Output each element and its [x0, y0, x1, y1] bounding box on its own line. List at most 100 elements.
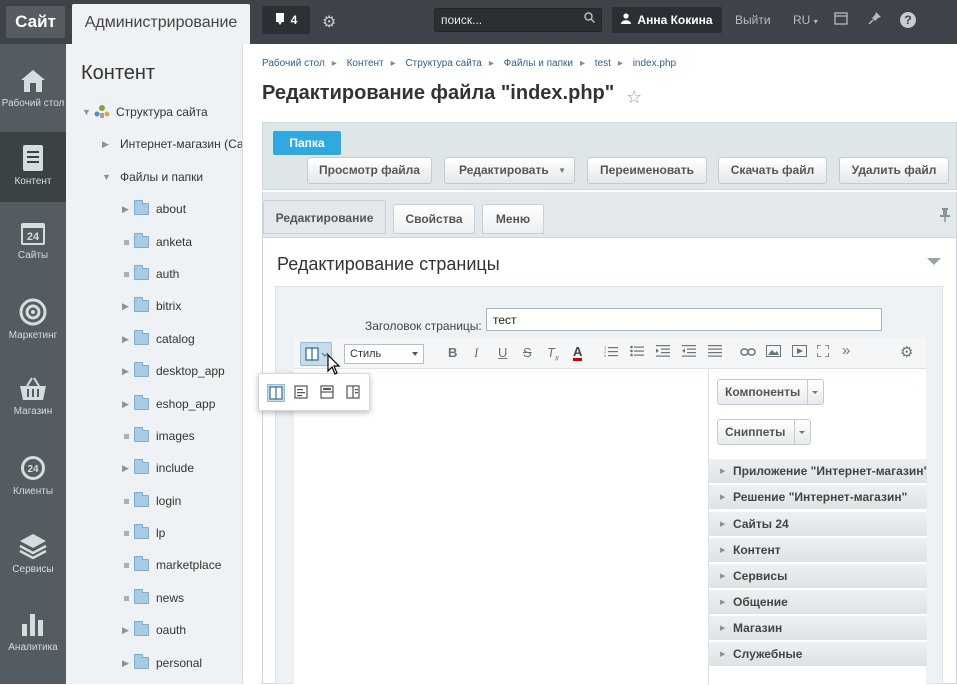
breadcrumb-item[interactable]: Файлы и папки [504, 58, 573, 69]
nav-analytics[interactable]: Аналитика [0, 598, 66, 668]
style-select[interactable]: Стиль [344, 344, 424, 364]
chevron-right-icon[interactable]: ▶ [102, 139, 114, 150]
folder-item[interactable]: anketa [122, 232, 192, 252]
breadcrumb-item[interactable]: test [595, 58, 611, 69]
italic-icon[interactable]: I [474, 345, 478, 361]
notifications-button[interactable]: 4 [262, 6, 310, 34]
chevron-right-icon[interactable]: ▶ [122, 658, 134, 669]
accordion-item[interactable]: ▶ Решение "Интернет-магазин" [709, 485, 927, 510]
tab-editing[interactable]: Редактирование [263, 200, 386, 234]
tab-properties[interactable]: Свойства [393, 204, 475, 234]
language-selector[interactable]: RU ▾ [793, 13, 818, 27]
folder-button[interactable]: Папка [273, 131, 341, 155]
nav-clients[interactable]: 24 Клиенты [0, 442, 66, 512]
justify-icon[interactable] [708, 345, 722, 360]
breadcrumb-item[interactable]: Рабочий стол [262, 58, 325, 69]
settings-icon[interactable]: ⚙ [322, 12, 336, 32]
chevron-down-icon[interactable] [807, 380, 823, 404]
link-icon[interactable] [740, 345, 756, 360]
chevron-right-icon[interactable]: ▶ [122, 399, 134, 410]
more-icon[interactable]: » [842, 342, 850, 359]
split-view-option[interactable] [267, 384, 285, 402]
components-button[interactable]: Компоненты [717, 379, 824, 405]
accordion-item[interactable]: ▶ Общение [709, 590, 927, 615]
image-icon[interactable] [766, 345, 781, 360]
snippets-button[interactable]: Сниппеты [717, 419, 811, 445]
chevron-right-icon[interactable]: ▶ [122, 334, 134, 345]
accordion-item[interactable]: ▶ Контент [709, 538, 927, 563]
pin-icon[interactable] [939, 208, 951, 225]
collapse-icon[interactable] [927, 258, 941, 265]
nav-marketing[interactable]: Маркетинг [0, 286, 66, 356]
chevron-right-icon[interactable]: ▶ [122, 204, 134, 215]
chevron-right-icon[interactable]: ▶ [122, 463, 134, 474]
delete-file-button[interactable]: Удалить файл [839, 157, 949, 184]
clear-format-icon[interactable]: Tx [547, 345, 559, 363]
folder-item[interactable]: ▶ include [122, 458, 194, 478]
folder-item[interactable]: ▶ desktop_app [122, 361, 225, 381]
strikethrough-icon[interactable]: S [523, 345, 532, 360]
chevron-right-icon[interactable]: ▶ [122, 625, 134, 636]
folder-item[interactable]: marketplace [122, 555, 221, 575]
nav-sites[interactable]: 24 Сайты [0, 208, 66, 278]
folder-item[interactable]: ▶ oauth [122, 620, 186, 640]
folder-item[interactable]: ▶ personal [122, 653, 202, 673]
calendar-icon[interactable] [834, 11, 848, 28]
tree-item-site-structure[interactable]: ▼ Структура сайта [82, 102, 208, 122]
star-icon[interactable]: ☆ [626, 87, 642, 108]
pin-icon[interactable] [868, 11, 882, 28]
rename-button[interactable]: Переименовать [587, 157, 707, 184]
folder-item[interactable]: auth [122, 264, 179, 284]
breadcrumb-item[interactable]: Контент [347, 58, 384, 69]
chevron-right-icon[interactable]: ▶ [122, 301, 134, 312]
bulleted-list-icon[interactable] [630, 345, 644, 360]
folder-item[interactable]: ▶ eshop_app [122, 394, 215, 414]
wysiwyg-view-option[interactable] [345, 384, 363, 402]
search-input[interactable] [435, 9, 575, 31]
outdent-icon[interactable] [682, 345, 696, 360]
nav-services[interactable]: Сервисы [0, 520, 66, 590]
accordion-item[interactable]: ▶ Сайты 24 [709, 512, 927, 537]
breadcrumb-item[interactable]: index.php [633, 58, 676, 69]
accordion-item[interactable]: ▶ Приложение "Интернет-магазин" [709, 459, 927, 484]
chevron-right-icon[interactable]: ▶ [122, 366, 134, 377]
folder-item[interactable]: images [122, 426, 195, 446]
accordion-item[interactable]: ▶ Служебные [709, 642, 927, 667]
tree-item-shop[interactable]: ▶ Интернет-магазин (Сайт по умолчанию) [102, 134, 242, 154]
folder-item[interactable]: ▶ bitrix [122, 296, 181, 316]
admin-tab[interactable]: Администрирование [72, 4, 250, 44]
folder-item[interactable]: ▶ catalog [122, 329, 195, 349]
chevron-down-icon[interactable] [794, 420, 810, 444]
download-file-button[interactable]: Скачать файл [718, 157, 827, 184]
folder-item[interactable]: ▶ about [122, 199, 186, 219]
edit-area[interactable] [294, 369, 708, 685]
folder-item[interactable]: lp [122, 523, 165, 543]
breadcrumb-item[interactable]: Структура сайта [405, 58, 481, 69]
chevron-down-icon[interactable]: ▼ [102, 172, 114, 182]
fullscreen-icon[interactable] [816, 344, 830, 360]
nav-desktop[interactable]: Рабочий стол [0, 56, 66, 126]
video-icon[interactable] [792, 345, 807, 360]
accordion-item[interactable]: ▶ Сервисы [709, 564, 927, 589]
code-view-option[interactable] [293, 384, 311, 402]
settings-icon[interactable]: ⚙ [900, 343, 913, 361]
chevron-down-icon[interactable]: ▼ [82, 107, 94, 117]
accordion-item[interactable]: ▶ Магазин [709, 616, 927, 641]
numbered-list-icon[interactable]: 123 [604, 345, 618, 360]
user-button[interactable]: Анна Кокина [612, 7, 722, 33]
page-title-field[interactable] [486, 308, 882, 331]
edit-dropdown-button[interactable]: Редактировать ▼ [444, 157, 575, 184]
view-file-button[interactable]: Просмотр файла [307, 157, 432, 184]
tab-menu[interactable]: Меню [482, 204, 544, 234]
site-button[interactable]: Сайт [6, 6, 65, 38]
text-color-icon[interactable]: A [573, 345, 583, 361]
folder-item[interactable]: news [122, 588, 184, 608]
search-icon[interactable] [584, 12, 596, 26]
indent-icon[interactable] [656, 345, 670, 360]
nav-shop[interactable]: Магазин [0, 364, 66, 434]
nav-content[interactable]: Контент [0, 132, 66, 202]
underline-icon[interactable]: U [498, 345, 507, 360]
help-icon[interactable]: ? [900, 12, 916, 28]
horizontal-split-option[interactable] [319, 384, 337, 402]
folder-item[interactable]: login [122, 491, 181, 511]
